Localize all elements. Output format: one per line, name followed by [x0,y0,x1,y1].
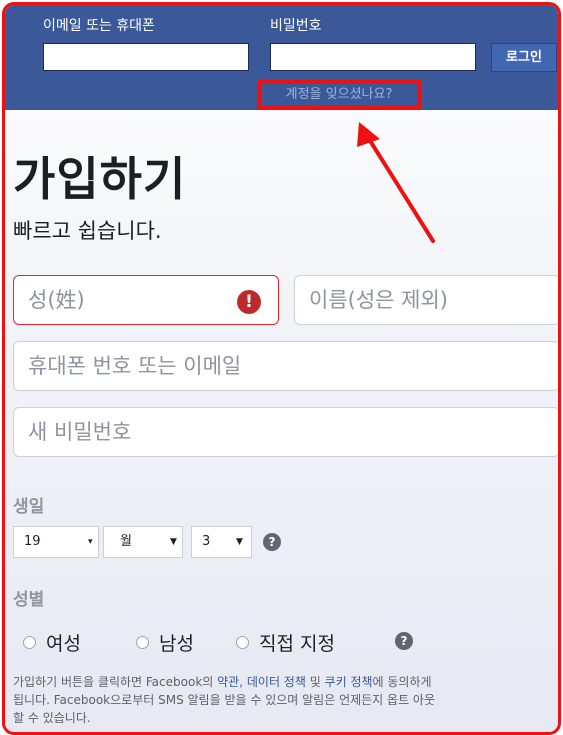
gender-male-label: 남성 [159,633,194,655]
page-subtitle: 빠르고 쉽습니다. [13,219,162,243]
gender-help-icon[interactable]: ? [395,632,413,650]
birth-day-select[interactable]: 3 ▼ [191,526,252,558]
radio-icon[interactable] [23,636,36,649]
birth-day-value: 3 [202,534,211,549]
terms-notice: 가입하기 버튼을 클릭하면 Facebook의 약관, 데이터 정책 및 쿠키 … [13,673,443,727]
first-name-placeholder: 이름(성은 제외) [309,288,448,312]
chevron-down-icon: ▼ [236,537,243,547]
birth-month-select[interactable]: 월 ▼ [103,526,183,558]
new-password-field[interactable]: 새 비밀번호 [13,407,558,457]
cookie-policy-link[interactable]: 쿠키 정책 [325,675,373,689]
birthday-label: 생일 [13,497,45,517]
radio-icon[interactable] [136,636,149,649]
page-frame: 이메일 또는 휴대폰 비밀번호 로그인 계정을 잊으셨나요? 가입하기 빠르고 … [2,2,561,735]
gender-option-male[interactable]: 남성 [136,629,194,656]
terms-text-3: 및 [305,675,325,689]
error-icon: ! [237,290,261,314]
terms-link[interactable]: 약관 [217,675,239,689]
chevron-down-icon: ▾ [88,537,93,547]
chevron-down-icon: ▼ [170,537,177,547]
birthday-help-icon[interactable]: ? [263,533,281,551]
gender-option-female[interactable]: 여성 [23,629,81,656]
contact-field[interactable]: 휴대폰 번호 또는 이메일 [13,341,558,391]
terms-text-2: , [239,675,247,689]
gender-label: 성별 [13,590,45,610]
first-name-field[interactable]: 이름(성은 제외) [294,275,558,325]
new-password-placeholder: 새 비밀번호 [28,420,132,444]
data-policy-link[interactable]: 데이터 정책 [247,675,306,689]
page-title: 가입하기 [13,152,187,206]
terms-text-1: 가입하기 버튼을 클릭하면 Facebook의 [13,675,218,689]
gender-option-custom[interactable]: 직접 지정 [236,629,335,656]
contact-placeholder: 휴대폰 번호 또는 이메일 [28,354,242,378]
gender-female-label: 여성 [46,633,81,655]
last-name-placeholder: 성(姓) [28,288,85,312]
birth-year-select[interactable]: 19 ▾ [13,526,99,558]
birth-month-value: 월 [120,534,132,549]
gender-custom-label: 직접 지정 [259,633,335,655]
radio-icon[interactable] [236,636,249,649]
birth-year-value: 19 [24,534,41,549]
